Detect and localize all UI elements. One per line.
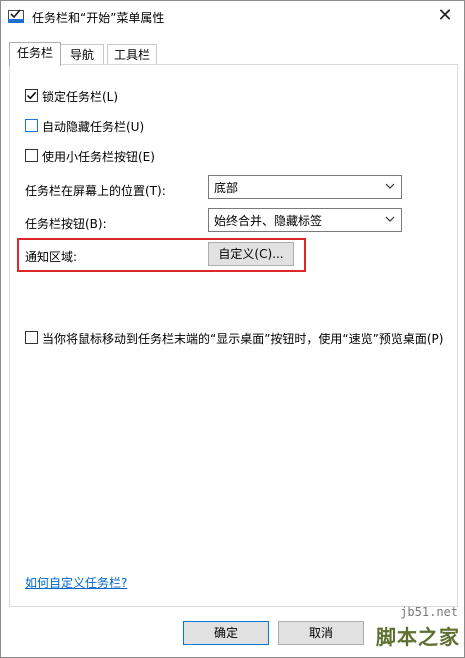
cancel-button[interactable]: 取消 <box>278 621 364 645</box>
ok-button[interactable]: 确定 <box>183 621 269 645</box>
help-link[interactable]: 如何自定义任务栏? <box>25 574 127 591</box>
watermark-url: jb51.net <box>400 605 458 619</box>
taskbar-location-label: 任务栏在屏幕上的位置(T): <box>25 184 166 198</box>
peek-checkbox[interactable] <box>25 331 38 344</box>
taskbar-properties-icon <box>8 8 24 24</box>
taskbar-buttons-dropdown[interactable]: 始终合并、隐藏标签 <box>208 208 402 232</box>
chevron-down-icon <box>385 216 395 222</box>
taskbar-location-value: 底部 <box>214 181 239 195</box>
title-bar: 任务栏和“开始”菜单属性 ✕ <box>1 1 464 33</box>
peek-label: 当你将鼠标移动到任务栏末端的“显示桌面”按钮时，使用“速览”预览桌面(P) <box>42 332 444 346</box>
tab-toolbars[interactable]: 工具栏 <box>107 44 157 65</box>
tab-panel-taskbar: 锁定任务栏(L) 自动隐藏任务栏(U) 使用小任务栏按钮(E) 任务栏在屏幕上的… <box>9 64 458 607</box>
taskbar-buttons-value: 始终合并、隐藏标签 <box>214 214 323 228</box>
small-buttons-checkbox[interactable] <box>25 149 38 162</box>
lock-taskbar-checkbox[interactable] <box>25 89 38 102</box>
watermark: jb51.net 脚本之家 <box>368 605 464 657</box>
small-buttons-label: 使用小任务栏按钮(E) <box>42 150 155 164</box>
properties-dialog: 任务栏和“开始”菜单属性 ✕ 任务栏 导航 工具栏 锁定任务栏(L) 自动隐藏任… <box>0 0 465 658</box>
window-title: 任务栏和“开始”菜单属性 <box>32 11 165 25</box>
taskbar-location-dropdown[interactable]: 底部 <box>208 175 402 199</box>
close-icon[interactable]: ✕ <box>434 5 456 27</box>
lock-taskbar-label: 锁定任务栏(L) <box>42 90 119 104</box>
customize-button[interactable]: 自定义(C)... <box>208 242 294 266</box>
chevron-down-icon <box>385 183 395 189</box>
taskbar-buttons-label: 任务栏按钮(B): <box>25 217 107 231</box>
tab-navigation[interactable]: 导航 <box>60 44 104 65</box>
auto-hide-checkbox[interactable] <box>25 119 38 132</box>
auto-hide-label: 自动隐藏任务栏(U) <box>42 120 145 134</box>
checkmark-icon <box>26 91 37 100</box>
tab-taskbar[interactable]: 任务栏 <box>9 42 61 66</box>
notification-area-label: 通知区域: <box>25 250 78 264</box>
watermark-text: 脚本之家 <box>376 625 460 649</box>
